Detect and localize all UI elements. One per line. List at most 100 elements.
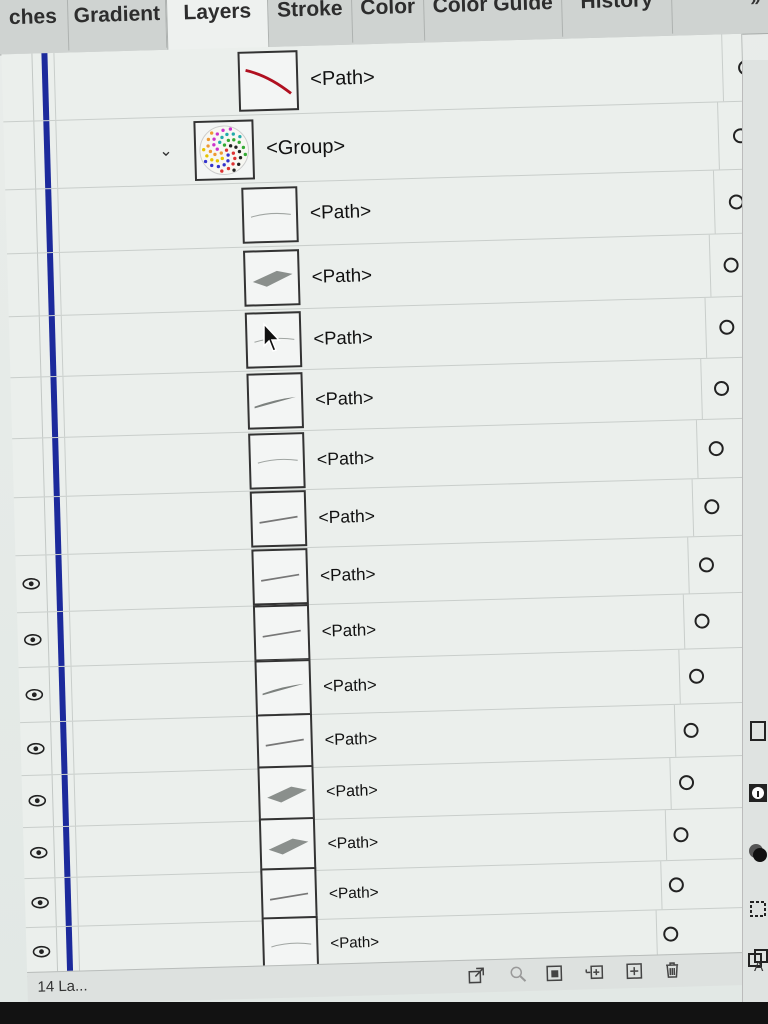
target-circle-icon[interactable] [683, 722, 700, 738]
layer-thumbnail[interactable] [249, 490, 308, 549]
layer-color-bar [43, 121, 52, 189]
layer-name[interactable]: <Path> [313, 326, 373, 350]
target-circle-icon[interactable] [713, 380, 730, 397]
visibility-eye-icon[interactable] [10, 149, 28, 161]
layer-name[interactable]: <Path> [317, 448, 375, 471]
column-divider [678, 650, 681, 704]
panel-icon[interactable] [747, 720, 768, 742]
column-divider [673, 704, 677, 757]
layer-thumbnail[interactable] [251, 547, 309, 606]
column-divider [669, 757, 672, 809]
layer-thumbnail[interactable] [237, 49, 300, 112]
tab-history[interactable]: History [561, 0, 674, 37]
column-divider [682, 594, 686, 649]
column-divider [691, 479, 695, 537]
target-circle-icon[interactable] [673, 826, 689, 843]
column-divider [67, 554, 70, 611]
layer-thumbnail[interactable] [258, 816, 317, 875]
target-circle-icon[interactable] [703, 499, 720, 515]
layer-name[interactable]: <Path> [310, 66, 375, 91]
layer-name[interactable]: <Path> [327, 834, 378, 853]
new-layer-icon[interactable] [625, 962, 643, 980]
layer-thumbnail[interactable] [243, 249, 301, 307]
right-toolbar [742, 60, 768, 1020]
visibility-eye-icon[interactable] [25, 688, 44, 701]
layer-name[interactable]: <Path> [329, 884, 379, 903]
layer-thumbnail[interactable] [246, 372, 304, 430]
layer-thumbnail[interactable] [255, 712, 314, 771]
column-divider [712, 170, 716, 234]
layer-name[interactable]: <Path> [311, 264, 372, 288]
visibility-eye-icon[interactable] [23, 634, 42, 646]
column-divider [70, 667, 74, 721]
visibility-eye-icon[interactable] [29, 846, 48, 859]
layer-name[interactable]: <Path> [330, 934, 379, 952]
visibility-eye-icon[interactable] [14, 279, 32, 291]
target-circle-icon[interactable] [718, 319, 735, 336]
clipping-mask-icon[interactable] [545, 964, 563, 982]
visibility-eye-icon[interactable] [8, 81, 26, 93]
layer-thumbnail[interactable] [254, 659, 312, 717]
visibility-eye-icon[interactable] [28, 795, 47, 807]
panel-menu-chevron-icon[interactable]: » [750, 0, 761, 10]
tab-ches[interactable]: ches [0, 0, 70, 53]
expand-chevron-icon[interactable]: ⌄ [159, 140, 173, 160]
appearance-icon[interactable] [747, 842, 768, 864]
column-divider [47, 612, 50, 667]
column-divider [50, 722, 53, 775]
visibility-eye-icon[interactable] [15, 341, 33, 353]
layer-name[interactable]: <Path> [321, 620, 376, 642]
transform-icon[interactable] [747, 898, 768, 920]
target-circle-icon[interactable] [678, 775, 695, 791]
tab-layers[interactable]: Layers [165, 0, 270, 52]
visibility-eye-icon[interactable] [31, 896, 49, 909]
layer-thumbnail[interactable] [193, 118, 256, 181]
layer-name[interactable]: <Path> [320, 564, 376, 587]
column-divider [33, 121, 37, 189]
target-circle-icon[interactable] [688, 668, 705, 685]
layer-color-bar [55, 554, 63, 611]
layer-name[interactable]: <Path> [318, 506, 375, 529]
layer-thumbnail[interactable] [248, 431, 306, 490]
layer-name[interactable]: <Path> [323, 675, 377, 696]
target-circle-icon[interactable] [698, 557, 715, 573]
visibility-eye-icon[interactable] [27, 742, 45, 755]
tab-color[interactable]: Color [351, 0, 426, 43]
column-divider [55, 120, 59, 188]
target-circle-icon[interactable] [723, 257, 739, 273]
layer-color-bar [63, 826, 71, 877]
export-icon[interactable] [467, 966, 485, 984]
column-divider [31, 53, 35, 121]
visibility-eye-icon[interactable] [17, 402, 35, 414]
layer-name[interactable]: <Path> [324, 730, 377, 750]
visibility-eye-icon[interactable] [32, 945, 51, 958]
column-divider [69, 611, 72, 667]
search-icon[interactable] [509, 965, 527, 983]
visibility-eye-icon[interactable] [19, 461, 37, 473]
column-divider [57, 188, 60, 252]
visibility-eye-icon[interactable] [22, 577, 41, 590]
layer-name[interactable]: <Group> [266, 135, 346, 160]
tab-gradient[interactable]: Gradient [67, 0, 168, 51]
target-circle-icon[interactable] [693, 613, 710, 629]
layer-name[interactable]: <Path> [315, 388, 374, 411]
column-divider [77, 926, 81, 975]
layer-name[interactable]: <Path> [310, 201, 372, 225]
info-icon[interactable] [747, 782, 768, 804]
target-circle-icon[interactable] [668, 877, 684, 893]
visibility-eye-icon[interactable] [20, 520, 38, 532]
layer-color-bar [46, 253, 55, 315]
target-circle-icon[interactable] [663, 926, 679, 942]
trash-icon[interactable] [663, 961, 681, 979]
layer-name[interactable]: <Path> [326, 783, 378, 802]
layers-panel: <Path> ⌄ <Group> <Path> <Path> <Path> <Path> <P… [1, 33, 768, 977]
layer-thumbnail[interactable] [257, 765, 315, 823]
visibility-eye-icon[interactable] [12, 215, 30, 227]
target-circle-icon[interactable] [708, 440, 725, 457]
tab-stroke[interactable]: Stroke [267, 0, 354, 45]
column-divider [708, 234, 712, 297]
new-sublayer-icon[interactable] [585, 963, 604, 981]
layer-thumbnail[interactable] [252, 604, 311, 662]
layer-thumbnail[interactable] [241, 185, 299, 244]
tab-color-guide[interactable]: Color Guide [423, 0, 564, 41]
